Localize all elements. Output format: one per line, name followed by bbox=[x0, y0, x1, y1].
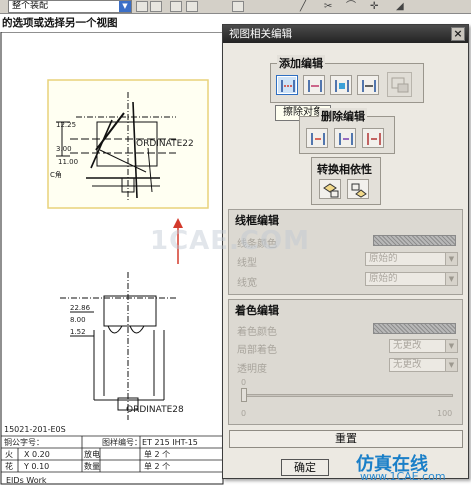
layer-icon[interactable] bbox=[136, 1, 148, 12]
delete-selected-modification-button[interactable] bbox=[306, 128, 328, 148]
table-cell: X 0.20 bbox=[24, 450, 50, 459]
watermark-text: 1CAE.COM bbox=[150, 226, 310, 256]
edit-section-view-button[interactable] bbox=[387, 72, 412, 97]
convert-dependency-title: 转换相依性 bbox=[315, 161, 374, 177]
model-to-view-icon bbox=[323, 183, 339, 198]
table-cell: 放电 bbox=[84, 449, 100, 459]
line-width-label: 线宽 bbox=[237, 278, 257, 289]
transparency-slider-thumb[interactable] bbox=[241, 388, 247, 402]
line-color-swatch[interactable] bbox=[373, 235, 456, 246]
dim-label-7: 1.52 bbox=[70, 328, 86, 336]
transparency-select[interactable]: 无更改 ▼ bbox=[389, 358, 458, 372]
transparency-label: 透明度 bbox=[237, 364, 267, 375]
edit-whole-object-icon bbox=[308, 80, 322, 92]
slider-min-label: 0 bbox=[241, 378, 247, 387]
arc-icon[interactable]: ⌒ bbox=[346, 0, 356, 13]
delete-selected-erasure-button[interactable] bbox=[334, 128, 356, 148]
delete-all-icon bbox=[367, 133, 381, 145]
scissors-icon[interactable]: ✂ bbox=[324, 0, 332, 13]
edit-object-segment-icon bbox=[362, 80, 376, 92]
table-cell: 图样编号： bbox=[102, 437, 142, 447]
add-edit-title: 添加编辑 bbox=[277, 55, 325, 71]
point-icon[interactable]: ✛ bbox=[370, 0, 378, 13]
edit-whole-object-button[interactable] bbox=[303, 75, 325, 95]
dim-label-6: 8.00 bbox=[70, 316, 86, 324]
footer-text: EIDs Work bbox=[6, 476, 47, 485]
slider-min-value: 0 bbox=[241, 409, 247, 418]
line-width-select[interactable]: 原始的 ▼ bbox=[365, 272, 458, 286]
ok-button[interactable]: 确定 bbox=[281, 459, 329, 476]
table-cell: 单 2 个 bbox=[144, 461, 170, 471]
dim-label-4: C角 bbox=[50, 170, 62, 179]
edit-shaded-object-icon bbox=[335, 80, 349, 92]
view-to-model-icon bbox=[351, 183, 367, 198]
table-cell: Y 0.10 bbox=[23, 462, 49, 471]
transparency-slider-track[interactable] bbox=[241, 394, 453, 397]
view-to-model-button[interactable] bbox=[347, 179, 369, 199]
close-icon: × bbox=[453, 27, 463, 40]
table-cell: 花 bbox=[5, 461, 13, 471]
reset-button[interactable]: 重置 bbox=[229, 430, 463, 448]
local-shading-label: 局部着色 bbox=[237, 345, 277, 356]
dim-label-1: 12.25 bbox=[56, 121, 76, 129]
dialog-titlebar[interactable]: 视图相关编辑 × bbox=[223, 25, 468, 43]
status-prompt: 的选项或选择另一个视图 bbox=[0, 14, 230, 32]
delete-all-modifications-button[interactable] bbox=[362, 128, 384, 148]
model-to-view-button[interactable] bbox=[319, 179, 341, 199]
local-shading-value: 无更改 bbox=[393, 340, 422, 351]
table-cell: 火 bbox=[5, 450, 13, 459]
chevron-down-icon: ▼ bbox=[445, 340, 457, 352]
table-cell: ET 215 IHT-15 bbox=[142, 438, 198, 447]
ordinate-label-top: ORDINATE22 bbox=[136, 139, 194, 149]
brand-url: www.1CAE.com bbox=[360, 470, 446, 483]
erase-object-button[interactable] bbox=[276, 75, 298, 95]
table-cell: 单 2 个 bbox=[144, 449, 170, 459]
chevron-down-icon: ▼ bbox=[445, 359, 457, 371]
table-cell: 铜公字号： bbox=[4, 437, 44, 447]
close-button[interactable]: × bbox=[451, 27, 465, 41]
line-width-value: 原始的 bbox=[369, 273, 398, 284]
assembly-scope-select[interactable]: 整个装配 ▼ bbox=[8, 0, 132, 13]
dim-label-5: 22.86 bbox=[70, 304, 91, 312]
rect-icon[interactable] bbox=[186, 1, 198, 12]
shade-edit-section: 着色编辑 着色颜色 局部着色 无更改 ▼ 透明度 无更改 ▼ 0 0 100 bbox=[228, 299, 463, 425]
delete-edit-title: 删除编辑 bbox=[319, 108, 367, 124]
part-number: 15021-201-E0S bbox=[4, 425, 66, 434]
dim-label-2: 3.00 bbox=[56, 145, 72, 153]
slider-max-value: 100 bbox=[437, 409, 453, 418]
view-icon[interactable] bbox=[170, 1, 182, 12]
line-font-value: 原始的 bbox=[369, 253, 398, 264]
sketch-icon[interactable] bbox=[150, 1, 162, 12]
chevron-down-icon: ▼ bbox=[445, 253, 457, 265]
chevron-down-icon: ▼ bbox=[445, 273, 457, 285]
delete-selected-icon bbox=[311, 133, 325, 145]
edit-shaded-object-button[interactable] bbox=[330, 75, 352, 95]
line-font-select[interactable]: 原始的 ▼ bbox=[365, 252, 458, 266]
shade-color-label: 着色颜色 bbox=[237, 327, 277, 338]
dim-label-3: 11.00 bbox=[58, 158, 78, 166]
assembly-scope-value: 整个装配 bbox=[12, 1, 49, 11]
dim-icon[interactable]: ◢ bbox=[396, 0, 404, 13]
local-shading-select[interactable]: 无更改 ▼ bbox=[389, 339, 458, 353]
line-font-label: 线型 bbox=[237, 258, 257, 269]
section-view-icon bbox=[391, 77, 409, 93]
transparency-value: 无更改 bbox=[393, 359, 422, 370]
delete-erasure-icon bbox=[339, 133, 353, 145]
line-icon[interactable]: ╱ bbox=[300, 0, 306, 13]
application-toolbar: 整个装配 ▼ ╱ ✂ ⌒ ✛ ◢ bbox=[0, 0, 471, 14]
dialog-title: 视图相关编辑 bbox=[229, 28, 292, 40]
shade-color-swatch[interactable] bbox=[373, 323, 456, 334]
sheet-icon[interactable] bbox=[232, 1, 244, 12]
shade-edit-title: 着色编辑 bbox=[235, 304, 279, 317]
edit-object-segment-button[interactable] bbox=[357, 75, 379, 95]
erase-object-icon bbox=[281, 80, 295, 92]
table-cell: 数量 bbox=[84, 461, 100, 471]
chevron-down-icon[interactable]: ▼ bbox=[119, 1, 131, 12]
ordinate-label-bottom: ORDINATE28 bbox=[126, 405, 184, 415]
